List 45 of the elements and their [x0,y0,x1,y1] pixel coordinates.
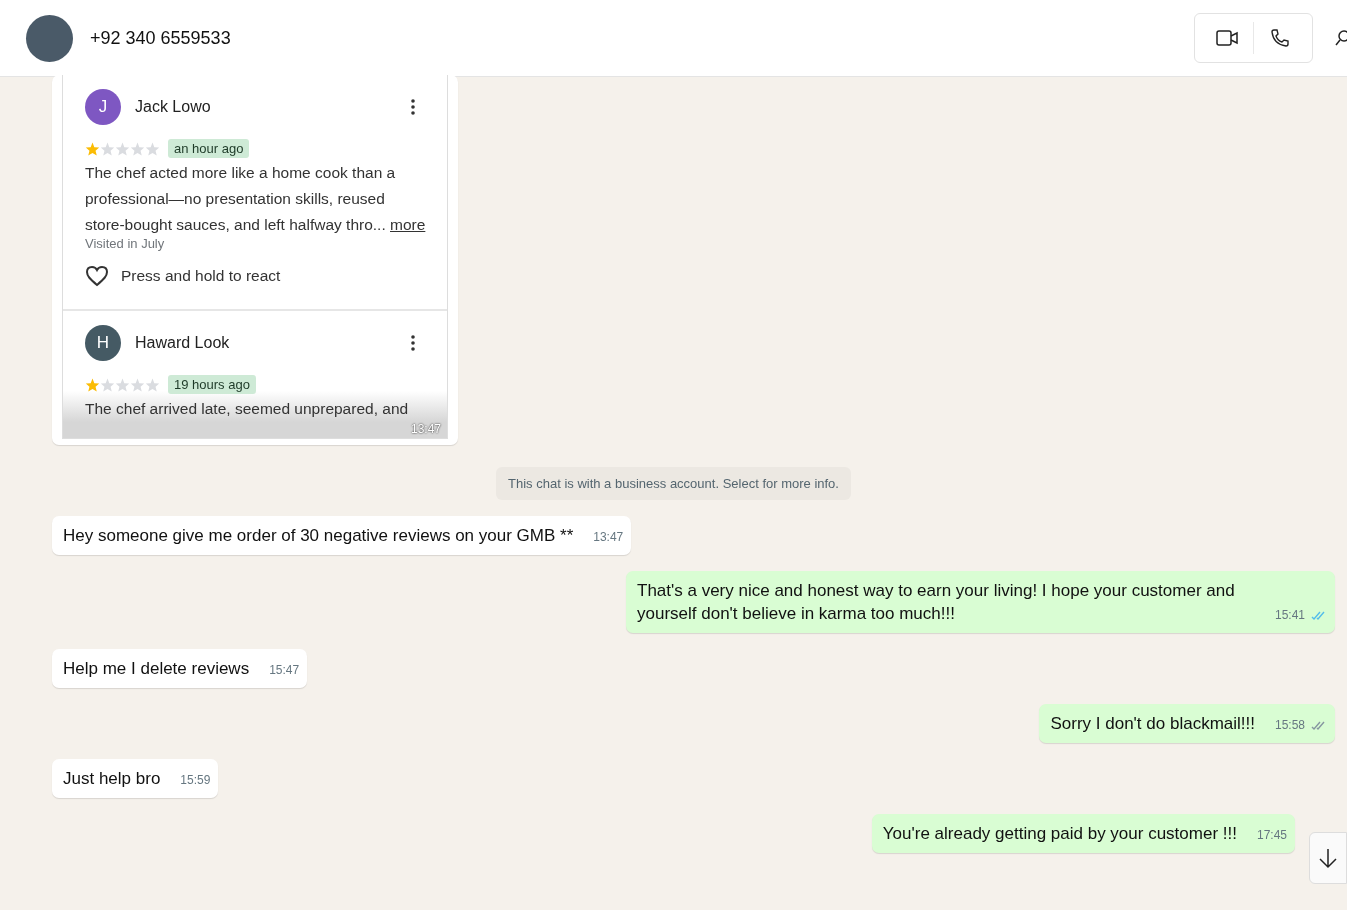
message-time: 15:41 [1274,607,1305,624]
message-time: 13:47 [593,529,624,546]
search-icon[interactable] [1335,29,1347,47]
message-time: 15:59 [180,772,211,789]
message-time: 15:47 [269,662,300,679]
reviewer-avatar: J [85,89,121,125]
contact-photo-placeholder[interactable] [26,14,73,62]
star-icon [130,377,145,392]
message-text: Just help bro [63,768,161,790]
review-age-tag: 19 hours ago [168,375,256,394]
star-icon [100,377,115,392]
more-options-icon[interactable] [411,335,415,351]
star-icon [115,141,130,156]
review-age-tag: an hour ago [168,139,250,158]
star-icon [85,377,100,392]
message-time: 17:45 [1256,827,1287,844]
video-camera-icon [1216,29,1238,47]
star-icon [100,141,115,156]
star-icon [85,141,100,156]
image-message[interactable] [52,75,458,445]
visit-date: Visited in July [85,236,166,251]
phone-icon [1270,28,1290,48]
reviewer-name: Haward Look [135,334,230,352]
arrow-down-icon [1318,847,1338,869]
contact-name[interactable]: +92 340 6559533 [90,27,231,49]
message-text: Help me I delete reviews [63,658,250,680]
business-account-notice[interactable]: This chat is with a business account. Select for more info. [496,467,851,500]
message-text: Sorry I don't do blackmail!!! [1050,713,1255,735]
message-time: 13:47 [410,422,441,436]
star-icon [145,141,160,156]
reviewer-name: Jack Lowo [135,98,211,116]
scroll-down-button[interactable] [1309,832,1347,884]
react-hint: Press and hold to react [121,267,281,285]
more-options-icon[interactable] [411,99,415,115]
star-icon [130,141,145,156]
message-text: Hey someone give me order of 30 negative reviews on your GMB ** [63,525,574,547]
message-text: That's a very nice and honest way to earn your living! I hope your customer and yourself don't believe in karma too much!!! [637,580,1236,625]
heart-icon[interactable] [85,265,109,287]
review-text: The chef arrived late, seemed unprepared, and [85,399,410,419]
message-time: 15:58 [1274,717,1305,734]
reviewer-avatar: H [85,325,121,361]
review-text: The chef acted more like a home cook than a professional—no presentation skills, reused store-bought sauces, and left halfway thro... more [85,163,425,235]
star-icon [115,377,130,392]
message-text: You're already getting paid by your customer !!! [882,823,1237,845]
star-icon [145,377,160,392]
